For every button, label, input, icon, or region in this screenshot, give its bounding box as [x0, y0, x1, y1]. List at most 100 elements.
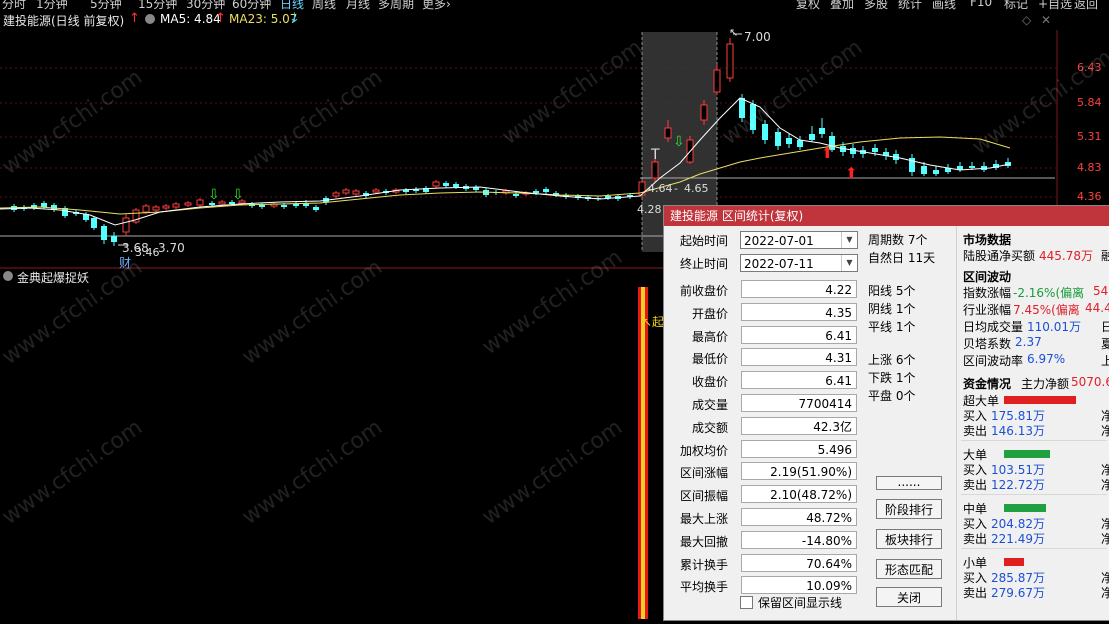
stat-value: 48.72%: [741, 508, 857, 526]
wave-value: 6.97%: [1027, 352, 1066, 366]
candle-body: [342, 189, 350, 194]
price-tick: 5.84: [1077, 96, 1102, 109]
keep-range-label: 保留区间显示线: [758, 596, 843, 610]
beta-value: 2.37: [1015, 335, 1042, 349]
candle-body: [651, 161, 659, 179]
candle-body: [259, 205, 265, 207]
candle-body: [872, 148, 878, 152]
northbound-label: 陆股通净买额: [963, 249, 1036, 263]
index-change-label: 指数涨幅: [963, 286, 1012, 300]
annotation-low-small: 3.46: [135, 246, 160, 259]
indicator-bar: [638, 287, 648, 619]
price-tick: 4.83: [1077, 161, 1102, 174]
capital-title: 资金情况: [963, 377, 1012, 391]
stat-value: 2.10(48.72%): [741, 485, 857, 504]
start-date-picker[interactable]: 2022-07-01 ▼: [740, 231, 858, 249]
capital-flow-bar: [1004, 450, 1050, 458]
down-count: 下跌 1个: [868, 371, 916, 385]
cut-label: 日: [1101, 320, 1109, 334]
stat-value: 42.3亿: [741, 416, 857, 435]
sell-signal-icon: ⬆: [845, 164, 858, 182]
annotation-start: 4.28: [637, 203, 662, 216]
buy-signal-icon: ⇩: [673, 134, 685, 150]
sector-rank-button[interactable]: 板块排行: [876, 529, 942, 549]
annotation-high-arrow: ↖: [729, 26, 739, 39]
stat-label: 区间涨幅: [679, 466, 728, 481]
stat-value: 7700414: [741, 394, 857, 412]
close-button[interactable]: 关闭: [876, 587, 942, 607]
candle-body: [352, 190, 360, 195]
capital-flow-bar: [1004, 396, 1076, 404]
cut-label: 净: [1101, 478, 1109, 492]
dialog-body: 起始时间 2022-07-01 ▼ 终止时间 2022-07-11 ▼ 前收盘价…: [664, 226, 1109, 620]
end-date-picker[interactable]: 2022-07-11 ▼: [740, 254, 858, 272]
volatility-title: 区间波动: [963, 270, 1012, 284]
chevron-down-icon[interactable]: ▼: [841, 255, 857, 271]
yang-count: 阳线 5个: [868, 284, 916, 298]
more-button[interactable]: ......: [876, 476, 942, 490]
candle-body: [41, 203, 47, 207]
industry-change-value: 7.45%(偏离: [1013, 303, 1080, 317]
sell-label: 卖出: [963, 478, 988, 492]
period-count: 周期数 7个: [868, 233, 928, 247]
candle-body: [372, 189, 380, 193]
interval-stats-dialog: 建投能源 区间统计(复权) 起始时间 2022-07-01 ▼ 终止时间 202…: [663, 205, 1109, 621]
industry-change-cut: 44.44: [1085, 301, 1109, 315]
candle-body: [432, 181, 440, 187]
up-count: 上涨 6个: [868, 353, 916, 367]
annotation-range: 4.65: [684, 182, 709, 195]
candle-body: [921, 166, 927, 174]
stat-value: 6.41: [741, 371, 857, 390]
cut-label: 夏: [1101, 337, 1109, 351]
candle-body: [196, 199, 204, 206]
stat-label: 最高价: [691, 329, 728, 344]
candle-body: [122, 217, 130, 233]
candle-body: [605, 196, 611, 198]
pattern-match-button[interactable]: 形态匹配: [876, 559, 942, 579]
natural-days: 自然日 11天: [868, 251, 936, 265]
candle-body: [91, 218, 97, 228]
candle-body: [162, 205, 170, 209]
candle-body: [101, 226, 107, 240]
main-net-label: 主力净额: [1021, 377, 1070, 391]
cut-label: 净: [1101, 424, 1109, 438]
beta-label: 贝塔系数: [963, 337, 1012, 351]
stat-label: 成交额: [691, 420, 728, 435]
stat-label: 最低价: [691, 352, 728, 367]
candle-body: [142, 205, 150, 213]
market-title: 市场数据: [963, 233, 1012, 247]
stat-value: 6.41: [741, 325, 857, 344]
dialog-title[interactable]: 建投能源 区间统计(复权): [664, 206, 1109, 226]
annotation-range: 4.64: [648, 182, 673, 195]
candle-body: [332, 192, 340, 197]
flat-count: 平线 1个: [868, 320, 916, 334]
indicator-settings-icon[interactable]: [3, 271, 13, 281]
sell-label: 卖出: [963, 532, 988, 546]
candle-body: [969, 166, 975, 168]
cut-label: 净: [1101, 586, 1109, 600]
stat-label: 区间振幅: [679, 489, 728, 504]
stat-value: 10.09%: [741, 576, 857, 595]
keep-range-checkbox[interactable]: [740, 596, 753, 609]
sell-label: 卖出: [963, 586, 988, 600]
index-change-value: -2.16%(偏离: [1013, 286, 1085, 300]
candle-body: [726, 43, 734, 79]
candle-body: [533, 191, 539, 193]
candle-body: [819, 128, 825, 134]
candle-body: [209, 203, 215, 205]
end-time-label: 终止时间: [679, 257, 728, 271]
wave-label: 区间波动率: [963, 354, 1024, 368]
stage-rank-button[interactable]: 阶段排行: [876, 499, 942, 519]
price-tick: 5.31: [1077, 130, 1102, 143]
stat-label: 成交量: [691, 398, 728, 412]
candle-body: [281, 205, 287, 207]
main-net-value: 5070.6: [1071, 375, 1109, 389]
sell-value: 279.67万: [991, 586, 1045, 600]
candle-body: [713, 69, 721, 93]
chevron-down-icon[interactable]: ▼: [841, 232, 857, 248]
start-date-value: 2022-07-01: [744, 234, 814, 248]
candle-body: [797, 140, 803, 147]
stat-value: 4.31: [741, 348, 857, 367]
end-date-value: 2022-07-11: [744, 257, 814, 271]
candle-body: [664, 127, 672, 139]
